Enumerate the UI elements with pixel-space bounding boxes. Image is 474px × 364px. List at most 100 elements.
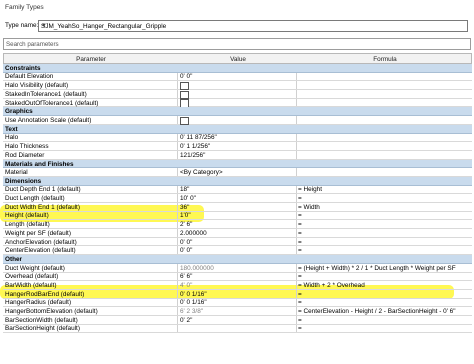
parameter-formula[interactable]: = xyxy=(298,317,470,324)
parameter-formula[interactable]: = CenterElevation - Height / 2 - BarSect… xyxy=(298,308,470,315)
parameter-name: Duct Depth End 1 (default) xyxy=(5,186,81,194)
parameter-value[interactable]: 0' 1 1/256" xyxy=(180,143,297,150)
parameter-value[interactable]: 0' 2" xyxy=(180,317,297,324)
parameter-name: Rod Diameter xyxy=(5,151,45,159)
parameter-name: Height (default) xyxy=(5,212,49,220)
parameter-row[interactable]: Height (default) 1'0" = xyxy=(3,211,472,221)
parameter-name: AnchorElevation (default) xyxy=(5,238,77,246)
parameter-formula[interactable]: = xyxy=(298,325,470,332)
parameter-row[interactable]: Duct Length (default) 10' 0" = xyxy=(3,194,472,203)
parameter-row[interactable]: Overhead (default) 6' 6" = xyxy=(3,272,472,282)
parameter-value[interactable]: 36" xyxy=(180,204,297,211)
parameter-value[interactable]: 1'0" xyxy=(180,212,297,219)
group-name: Graphics xyxy=(5,108,33,116)
parameter-formula[interactable]: = Height xyxy=(298,186,470,193)
parameter-value[interactable]: 18" xyxy=(180,186,297,193)
parameter-row[interactable]: StakedOutOfTolerance1 (default) xyxy=(3,98,472,108)
parameter-row[interactable]: BarWidth (default) 4' 0" = Width + 2 * Ove… xyxy=(3,281,472,290)
group-header[interactable]: Dimensions xyxy=(3,176,472,186)
parameter-name: StakedInTolerance1 (default) xyxy=(5,90,87,98)
parameter-formula[interactable]: = xyxy=(298,291,470,298)
parameter-value[interactable]: 0' 0 1/16" xyxy=(180,299,297,306)
parameter-formula[interactable]: = xyxy=(298,239,470,246)
parameter-value[interactable]: 6' 6" xyxy=(180,273,297,280)
parameter-row[interactable]: Halo Visibility (default) xyxy=(3,81,472,91)
parameter-name: Use Annotation Scale (default) xyxy=(5,116,92,124)
parameter-value[interactable]: <By Category> xyxy=(180,169,297,176)
search-placeholder: Search parameters xyxy=(6,40,59,48)
parameters-grid: Parameter Value Formula Constraints Defau… xyxy=(3,53,472,334)
search-input[interactable]: Search parameters xyxy=(3,38,471,50)
group-header[interactable]: Constraints xyxy=(3,64,472,73)
parameter-name: Default Elevation xyxy=(5,73,54,81)
group-header[interactable]: Graphics xyxy=(3,107,472,117)
parameter-name: Material xyxy=(5,169,28,177)
type-name-dropdown[interactable]: SJM_YeahSo_Hanger_Rectangular_Gripple ▼ xyxy=(38,20,468,32)
parameter-row[interactable]: StakedInTolerance1 (default) xyxy=(3,90,472,100)
parameter-row[interactable]: Rod Diameter 121/256" xyxy=(3,150,472,160)
parameter-row[interactable]: Halo Thickness 0' 1 1/256" xyxy=(3,142,472,151)
parameter-row[interactable]: HangerBottomElevation (default) 6' 2 3/8"… xyxy=(3,307,472,316)
parameter-row[interactable]: Default Elevation 0' 0" xyxy=(3,72,472,82)
parameter-name: Halo xyxy=(5,134,19,142)
parameter-row[interactable]: Duct Depth End 1 (default) 18" = Height xyxy=(3,185,472,195)
parameter-value[interactable]: 4' 0" xyxy=(180,282,297,289)
parameter-value[interactable]: 121/256" xyxy=(180,152,297,159)
parameter-formula[interactable]: = (Height + Width) * 2 / 1 * Duct Length… xyxy=(298,265,470,272)
parameter-name: BarSectionHeight (default) xyxy=(5,325,80,333)
parameter-formula[interactable]: = Width xyxy=(298,204,470,211)
parameter-row[interactable]: Halo 0' 11 87/256" xyxy=(3,133,472,143)
parameter-row[interactable]: AnchorElevation (default) 0' 0" = xyxy=(3,237,472,247)
parameter-formula[interactable]: = xyxy=(298,195,470,202)
parameter-formula[interactable]: = xyxy=(298,273,470,280)
parameter-row[interactable]: HangerRodBarEnd (default) 0' 0 1/16" = xyxy=(3,289,472,299)
parameter-value[interactable]: 2' 6" xyxy=(180,221,297,228)
parameter-row[interactable]: Weight per SF (default) 2.000000 = xyxy=(3,229,472,238)
parameter-row[interactable]: Length (default) 2' 6" = xyxy=(3,220,472,230)
group-name: Constraints xyxy=(5,65,41,72)
column-header-parameter[interactable]: Parameter xyxy=(4,56,178,63)
parameter-value[interactable]: 0' 0" xyxy=(180,247,297,254)
column-header-value[interactable]: Value xyxy=(179,56,297,63)
parameter-value[interactable]: 0' 0" xyxy=(180,73,297,80)
parameter-row[interactable]: Duct Weight (default) 180.000000 = (Height… xyxy=(3,263,472,273)
parameter-row[interactable]: CenterElevation (default) 0' 0" = xyxy=(3,246,472,256)
group-header[interactable]: Materials and Finishes xyxy=(3,159,472,169)
parameter-formula[interactable]: = xyxy=(298,247,470,254)
parameter-value[interactable]: 180.000000 xyxy=(180,265,297,272)
parameter-name: Halo Thickness xyxy=(5,142,49,150)
group-name: Other xyxy=(5,256,23,264)
parameter-row[interactable]: BarSectionHeight (default) = xyxy=(3,324,472,334)
group-header[interactable]: Text xyxy=(3,124,472,134)
parameter-formula[interactable]: = xyxy=(298,299,470,306)
parameter-row[interactable]: Material <By Category> xyxy=(3,168,472,177)
parameter-name: Overhead (default) xyxy=(5,273,59,281)
parameter-name: HangerBottomElevation (default) xyxy=(5,308,98,316)
grid-header: Parameter Value Formula xyxy=(3,53,472,64)
column-header-formula[interactable]: Formula xyxy=(298,56,472,63)
parameter-formula[interactable]: = xyxy=(298,230,470,237)
group-name: Materials and Finishes xyxy=(5,160,74,168)
parameter-formula[interactable]: = xyxy=(298,221,470,228)
parameter-row[interactable]: HangerRadius (default) 0' 0 1/16" = xyxy=(3,298,472,308)
parameter-formula[interactable]: = Width + 2 * Overhead xyxy=(298,282,470,289)
chevron-down-icon[interactable]: ▼ xyxy=(41,23,465,29)
group-header[interactable]: Other xyxy=(3,255,472,264)
parameter-row[interactable]: Duct Width End 1 (default) 36" = Width xyxy=(3,203,472,212)
parameter-value[interactable]: 0' 0 1/16" xyxy=(180,291,297,298)
parameter-value[interactable]: 6' 2 3/8" xyxy=(180,308,297,315)
type-name-label: Type name: xyxy=(5,22,39,29)
parameter-name: StakedOutOfTolerance1 (default) xyxy=(5,99,99,107)
parameter-value[interactable]: 0' 11 87/256" xyxy=(180,134,297,141)
parameter-value[interactable]: 0' 0" xyxy=(180,239,297,246)
window-title: Family Types xyxy=(5,4,44,11)
parameter-value[interactable]: 2.000000 xyxy=(180,230,297,237)
window-titlebar: Family Types xyxy=(0,0,474,16)
parameter-row[interactable]: Use Annotation Scale (default) xyxy=(3,116,472,126)
parameter-formula[interactable]: = xyxy=(298,212,470,219)
parameter-row[interactable]: BarSectionWidth (default) 0' 2" = xyxy=(3,315,472,325)
parameter-name: Weight per SF (default) xyxy=(5,229,71,237)
parameter-value[interactable]: 10' 0" xyxy=(180,195,297,202)
parameter-name: CenterElevation (default) xyxy=(5,247,76,255)
parameter-name: Halo Visibility (default) xyxy=(5,82,69,90)
